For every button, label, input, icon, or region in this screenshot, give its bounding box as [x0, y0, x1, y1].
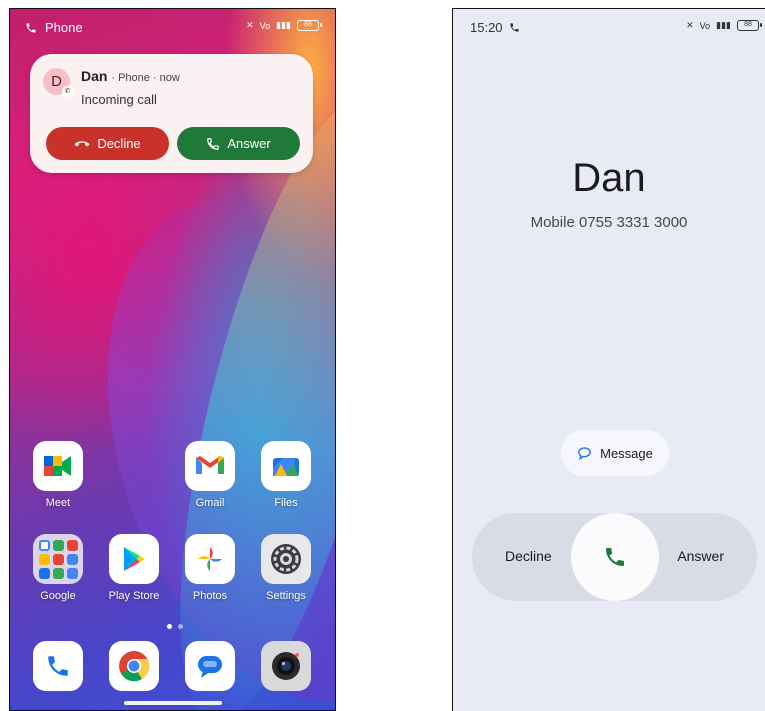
status-time-group: 15:20	[470, 20, 520, 35]
battery-icon: 88	[297, 20, 322, 31]
photos-icon	[185, 534, 235, 584]
google-folder-icon	[33, 534, 83, 584]
home-screen: Phone ✕ Vo ▮▮▮ 88 D ✆ Dan · Phone · now …	[9, 8, 336, 711]
app-label: Meet	[45, 497, 71, 509]
dock-camera[interactable]	[248, 641, 324, 691]
messages-icon	[185, 641, 235, 691]
status-bar: Phone ✕ Vo ▮▮▮ 88	[10, 9, 335, 45]
app-google-folder[interactable]: Google	[20, 534, 96, 602]
avatar: D ✆	[43, 68, 73, 97]
gmail-icon	[185, 441, 235, 491]
decline-label[interactable]: Decline	[505, 548, 552, 564]
phone-app-icon	[33, 641, 83, 691]
gesture-bar[interactable]	[124, 701, 222, 705]
app-settings[interactable]: Settings	[248, 534, 324, 602]
app-play-store[interactable]: Play Store	[96, 534, 172, 602]
notification-header: Dan · Phone · now	[81, 68, 180, 84]
app-label: Settings	[266, 590, 306, 602]
volte-icon: Vo	[699, 20, 711, 31]
decline-label: Decline	[97, 136, 141, 151]
status-bar: 15:20 ✕ Vo ▮▮▮ 88	[453, 9, 765, 45]
app-label: Photos	[192, 590, 228, 602]
battery-icon: 88	[737, 20, 762, 31]
dock-phone[interactable]	[20, 641, 96, 691]
app-label: Google	[40, 590, 76, 602]
app-meet[interactable]: Meet	[20, 441, 96, 509]
app-label: Play Store	[108, 590, 160, 602]
message-label: Message	[600, 445, 653, 461]
play-store-icon	[109, 534, 159, 584]
app-photos[interactable]: Photos	[172, 534, 248, 602]
status-icons: ✕ Vo ▮▮▮ 88	[246, 20, 322, 31]
signal-icon: ▮▮▮	[716, 20, 731, 30]
meet-icon	[33, 441, 83, 491]
notification-meta: · Phone · now	[111, 72, 180, 84]
files-icon	[261, 441, 311, 491]
phone-badge-icon: ✆	[62, 86, 73, 97]
status-app-name: Phone	[45, 20, 83, 35]
message-bubble-icon	[578, 446, 591, 460]
answer-label[interactable]: Answer	[677, 548, 724, 564]
notification-text: Incoming call	[81, 92, 157, 107]
incoming-call-notification[interactable]: D ✆ Dan · Phone · now Incoming call Decl…	[30, 54, 313, 173]
phone-icon	[207, 137, 220, 150]
settings-icon	[261, 534, 311, 584]
dock-chrome[interactable]	[96, 641, 172, 691]
phone-icon	[26, 23, 36, 32]
status-call-indicator: Phone	[25, 20, 83, 35]
vibrate-icon: ✕	[686, 20, 694, 30]
status-icons: ✕ Vo ▮▮▮ 88	[686, 20, 762, 31]
answer-button[interactable]: Answer	[177, 127, 300, 160]
app-label: Files	[274, 497, 298, 509]
signal-icon: ▮▮▮	[276, 20, 291, 30]
chrome-icon	[109, 641, 159, 691]
hang-up-icon	[74, 140, 90, 146]
camera-icon	[261, 641, 311, 691]
vibrate-icon: ✕	[246, 20, 254, 30]
dock-messages[interactable]	[172, 641, 248, 691]
caller-number: Mobile 0755 3331 3000	[530, 214, 688, 231]
notification-caller: Dan	[81, 68, 108, 84]
page-indicator	[167, 624, 183, 629]
app-label: Gmail	[195, 497, 225, 509]
volte-icon: Vo	[259, 20, 271, 31]
incoming-call-screen: 15:20 ✕ Vo ▮▮▮ 88 Dan Mobile 0755 3331 3…	[452, 8, 765, 711]
decline-button[interactable]: Decline	[46, 127, 169, 160]
message-button[interactable]: Message	[561, 430, 669, 476]
phone-icon	[509, 23, 519, 32]
status-time: 15:20	[470, 20, 503, 35]
app-files[interactable]: Files	[248, 441, 324, 509]
answer-handle[interactable]	[571, 513, 659, 601]
avatar-letter: D	[51, 73, 62, 90]
phone-icon	[606, 548, 624, 566]
answer-label: Answer	[227, 136, 271, 151]
answer-decline-slider[interactable]: Decline Answer	[472, 513, 757, 601]
caller-name: Dan	[572, 156, 646, 200]
app-gmail[interactable]: Gmail	[172, 441, 248, 509]
